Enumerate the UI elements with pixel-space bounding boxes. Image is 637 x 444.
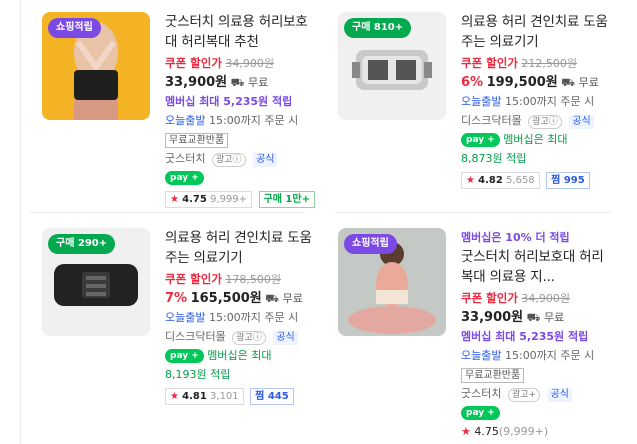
product-title[interactable]: 굿스터치 허리보호대 허리복대 의료용 지... — [461, 247, 611, 287]
delivery-detail: 15:00까지 주문 시 — [208, 114, 299, 127]
delivery-label: 오늘출발 — [165, 114, 206, 127]
badge-purchase: 구매 290+ — [48, 234, 116, 254]
badge-purchase: 구매 810+ — [344, 18, 412, 38]
product-image[interactable]: 쇼핑적립 — [338, 228, 446, 336]
shipping: 무료 — [578, 76, 599, 89]
star-icon: ★ — [170, 391, 179, 402]
delivery-detail: 15:00까지 주문 시 — [504, 95, 595, 108]
badge-points: 쇼핑적립 — [48, 18, 101, 38]
left-divider — [20, 0, 21, 444]
delivery-label: 오늘출발 — [165, 311, 206, 324]
seller-name[interactable]: 디스크닥터몰 — [461, 114, 522, 127]
original-price: 34,900원 — [225, 57, 275, 70]
official-badge: 공식 — [569, 115, 594, 129]
original-price: 178,500원 — [225, 273, 282, 286]
membership-note: 멤버십은 10% 더 적립 — [461, 231, 570, 244]
membership-amount: 8,873원 적립 — [461, 152, 527, 165]
npay-badge: pay + — [461, 133, 500, 147]
official-badge: 공식 — [547, 388, 572, 402]
discount-rate: 7% — [165, 291, 188, 306]
seller-name[interactable]: 디스크닥터몰 — [165, 330, 226, 343]
shipping: 무료 — [543, 311, 565, 324]
discount-rate: 6% — [461, 75, 484, 90]
price: 165,500원 — [190, 291, 262, 306]
product-image[interactable]: 구매 810+ — [338, 12, 446, 120]
ad-label[interactable]: 광고ⓘ — [528, 115, 562, 129]
row-divider-left — [30, 212, 305, 213]
ad-label[interactable]: 광고ⓘ — [211, 153, 246, 167]
seller-name[interactable]: 굿스터치 — [165, 152, 205, 165]
wishlist-tag: 찜 995 — [546, 172, 590, 189]
npay-badge: pay + — [165, 171, 204, 185]
product-image[interactable]: 쇼핑적립 — [42, 12, 150, 120]
delivery-label: 오늘출발 — [461, 95, 502, 108]
rating-box: ★ 4.75 9,999+ — [165, 191, 253, 208]
coupon-label: 쿠폰 할인가 — [461, 56, 518, 70]
product-image[interactable]: 구매 290+ — [42, 228, 150, 336]
npay-badge: pay + — [461, 406, 500, 420]
product-title[interactable]: 굿스터치 의료용 허리보호대 허리복대 추천 — [165, 12, 315, 52]
official-badge: 공식 — [253, 153, 278, 167]
rating-value: 4.75 — [474, 425, 499, 438]
shipping-icon: ⛟ — [230, 76, 245, 89]
ad-label[interactable]: 광고ⓘ — [232, 331, 266, 345]
price: 199,500원 — [486, 75, 558, 90]
row-divider-right — [335, 212, 612, 213]
membership-points: 멤버십 최대 5,235원 적립 — [165, 95, 293, 108]
shipping: 무료 — [282, 292, 303, 305]
shipping-icon: ⛟ — [526, 311, 541, 324]
badge-points: 쇼핑적립 — [344, 234, 397, 254]
shipping-icon: ⛟ — [265, 292, 280, 305]
shipping-icon: ⛟ — [561, 76, 576, 89]
free-exchange-tag: 무료교환반품 — [165, 133, 229, 148]
review-count: (9,999+) — [498, 425, 549, 438]
product-title[interactable]: 의료용 허리 견인치료 도움주는 의료기기 — [165, 228, 315, 268]
delivery-label: 오늘출발 — [461, 349, 502, 362]
npay-badge: pay + — [165, 349, 204, 363]
original-price: 212,500원 — [521, 57, 578, 70]
membership-amount: 8,193원 적립 — [165, 368, 231, 381]
membership-text: 멤버십은 최대 — [207, 349, 272, 362]
shipping: 무료 — [247, 76, 269, 89]
wishlist-tag: 찜 445 — [250, 388, 294, 405]
price: 33,900원 — [165, 75, 228, 90]
delivery-detail: 15:00까지 주문 시 — [504, 349, 595, 362]
free-exchange-tag: 무료교환반품 — [461, 368, 525, 383]
coupon-label: 쿠폰 할인가 — [165, 272, 222, 286]
membership-text: 멤버십은 최대 — [503, 133, 568, 146]
price: 33,900원 — [461, 310, 524, 325]
membership-points: 멤버십 최대 5,235원 적립 — [461, 330, 589, 343]
coupon-label: 쿠폰 할인가 — [165, 56, 222, 70]
seller-name[interactable]: 굿스터치 — [461, 387, 501, 400]
star-icon: ★ — [461, 425, 471, 438]
ad-label[interactable]: 광고+ — [507, 388, 541, 402]
star-icon: ★ — [170, 194, 179, 205]
star-icon: ★ — [466, 175, 475, 186]
official-badge: 공식 — [273, 331, 298, 345]
original-price: 34,900원 — [521, 292, 571, 305]
product-title[interactable]: 의료용 허리 견인치료 도움주는 의료기기 — [461, 12, 611, 52]
coupon-label: 쿠폰 할인가 — [461, 291, 518, 305]
purchase-count-tag: 구매 1만+ — [258, 191, 315, 208]
delivery-detail: 15:00까지 주문 시 — [208, 311, 299, 324]
rating-box: ★ 4.82 5,658 — [461, 172, 540, 189]
rating-box: ★ 4.81 3,101 — [165, 388, 244, 405]
